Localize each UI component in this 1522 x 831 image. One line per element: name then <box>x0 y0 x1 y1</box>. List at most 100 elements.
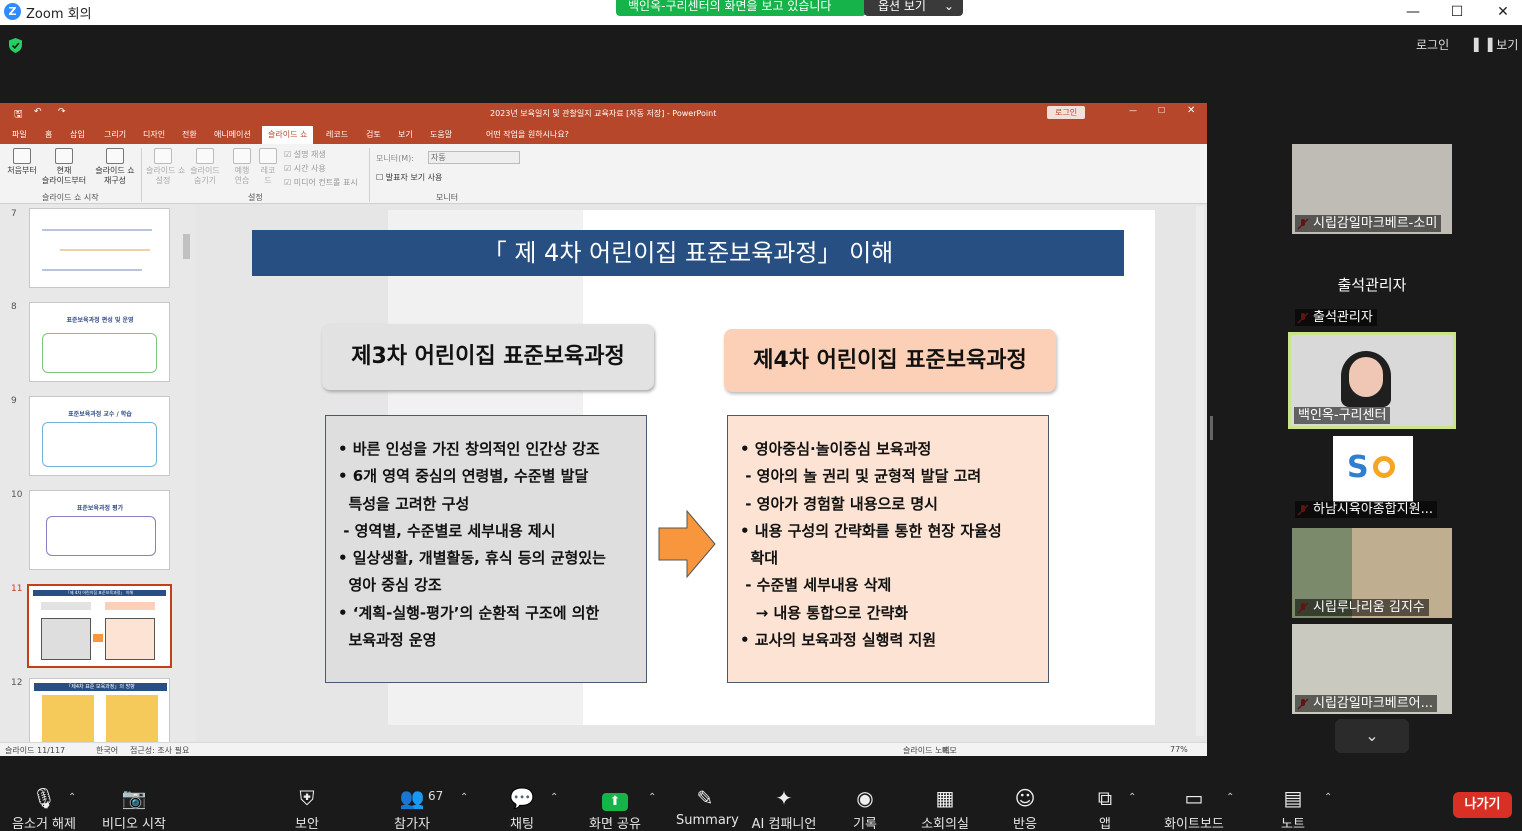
from-current-label: 현재 슬라이드부터 <box>41 166 87 185</box>
participant-tile[interactable]: 시립루나리움 김지수 <box>1292 528 1452 618</box>
tab-record[interactable]: 레코드 <box>326 129 348 140</box>
ppt-close-icon[interactable]: ✕ <box>1187 105 1195 116</box>
bullet-line: • 내용 구성의 간략화를 통한 현장 자율성 <box>740 521 1002 540</box>
from-current-button[interactable]: 현재 슬라이드부터 <box>40 148 88 186</box>
redo-icon[interactable]: ↷ <box>58 107 66 117</box>
slide-thumbnail[interactable]: 표준보육과정 교수 / 학습 <box>29 396 170 476</box>
tab-home[interactable]: 홈 <box>45 129 52 140</box>
participant-tile[interactable]: 출석관리자 출석관리자 <box>1292 238 1452 328</box>
rehearse-button[interactable]: 예행 연습 <box>230 148 254 186</box>
setup-show-button[interactable]: 슬라이드 쇼 설정 <box>146 148 185 186</box>
slide-editing-canvas: 「 제 4차 어린이집 표준보육과정」 이해 제3차 어린이집 표준보육과정 제… <box>196 204 1207 742</box>
slide-thumbnail[interactable]: 「제4차 표준 보육과정」의 방향 <box>29 678 170 742</box>
tab-transitions[interactable]: 전환 <box>182 129 197 140</box>
slide-thumbnail[interactable]: 표준보육과정 평가 <box>29 490 170 570</box>
accessibility-status[interactable]: 접근성: 조사 필요 <box>130 745 189 756</box>
zoom-level[interactable]: 77% <box>1170 745 1188 754</box>
tab-help[interactable]: 도움말 <box>430 129 452 140</box>
record-button[interactable]: ◉ 기록 <box>846 785 884 831</box>
breakout-rooms-button[interactable]: ▦ 소회의실 <box>916 785 974 831</box>
tab-view[interactable]: 보기 <box>398 129 413 140</box>
whiteboard-button[interactable]: ▭ 화이트보드 <box>1160 785 1228 831</box>
record-button[interactable]: 레코 드 <box>257 148 279 186</box>
reactions-button[interactable]: ☺ 반응 <box>1006 785 1044 831</box>
chat-button[interactable]: 💬 채팅 <box>500 785 544 831</box>
vertical-scrollbar[interactable] <box>1196 206 1204 736</box>
ribbon-separator <box>141 148 142 202</box>
shared-screen: 🖫 ↶ ↷ 2023년 보육일지 및 관찰일지 교육자료 [자동 저장] - P… <box>0 103 1207 756</box>
use-timings-checkbox[interactable]: ☑ 시간 사용 <box>284 163 326 174</box>
from-start-button[interactable]: 처음부터 <box>6 148 38 176</box>
monitor-select[interactable]: 자동 <box>428 151 520 164</box>
audio-options-caret-icon[interactable]: ⌃ <box>68 792 76 803</box>
apps-caret-icon[interactable]: ⌃ <box>1128 792 1136 803</box>
share-caret-icon[interactable]: ⌃ <box>648 792 656 803</box>
ppt-minimize-icon[interactable]: — <box>1129 106 1137 115</box>
leave-meeting-button[interactable]: 나가기 <box>1453 792 1512 818</box>
slide-thumbnail[interactable]: 표준보육과정 편성 및 운영 <box>29 302 170 382</box>
ai-companion-label: AI 컴패니언 <box>751 817 817 831</box>
start-video-button[interactable]: 📷 비디오 시작 <box>98 785 170 831</box>
slide-thumbnail-selected[interactable]: 「제 4차 어린이집 표준보육과정」 이해 <box>27 584 172 668</box>
ppt-maximize-icon[interactable]: ☐ <box>1158 106 1165 115</box>
view-button[interactable]: ▌▐ 보기 <box>1474 35 1518 55</box>
share-screen-button[interactable]: ⬆ 화면 공유 <box>586 785 644 831</box>
apps-button[interactable]: ⧉ 앱 <box>1088 785 1122 831</box>
ppt-ribbon-tabs: 파일 홈 삽입 그리기 디자인 전환 애니메이션 슬라이드 쇼 레코드 검토 보… <box>0 124 1207 144</box>
custom-show-button[interactable]: 슬라이드 쇼 재구성 <box>92 148 138 186</box>
presenter-view-checkbox[interactable]: ☐ 발표자 보기 사용 <box>376 172 442 183</box>
language-label[interactable]: 한국어 <box>96 745 118 756</box>
slide-thumbnail[interactable] <box>29 208 170 288</box>
tab-insert[interactable]: 삽입 <box>70 129 85 140</box>
hide-slide-icon <box>196 148 214 164</box>
slide-thumbnail-pane: 7 8 표준보육과정 편성 및 운영 9 표준보육과정 교수 / 학습 10 표… <box>0 204 196 742</box>
notes-caret-icon[interactable]: ⌃ <box>1324 792 1332 803</box>
show-media-checkbox[interactable]: ☑ 미디어 컨트롤 표시 <box>284 177 358 188</box>
tab-draw[interactable]: 그리기 <box>104 129 126 140</box>
participants-caret-icon[interactable]: ⌃ <box>460 792 468 803</box>
participant-name: 하남시육아종합지원... <box>1295 501 1438 518</box>
comments-button[interactable]: 메모 <box>942 745 957 756</box>
ai-companion-button[interactable]: ✦ AI 컴패니언 <box>748 785 820 831</box>
setup-label: 슬라이드 쇼 설정 <box>146 166 186 185</box>
summary-button[interactable]: ✎ Summary <box>676 785 739 828</box>
tab-animations[interactable]: 애니메이션 <box>214 129 251 140</box>
minimize-icon[interactable]: — <box>1390 0 1436 25</box>
tab-design[interactable]: 디자인 <box>143 129 165 140</box>
security-label: 보안 <box>295 817 319 831</box>
participant-name: 시립감일마크베르-소미 <box>1295 215 1442 232</box>
tab-file[interactable]: 파일 <box>12 129 27 140</box>
slide[interactable]: 「 제 4차 어린이집 표준보육과정」 이해 제3차 어린이집 표준보육과정 제… <box>252 210 1155 725</box>
security-button[interactable]: ⛨ 보안 <box>282 785 332 831</box>
maximize-icon[interactable]: ☐ <box>1434 0 1480 25</box>
ppt-login-button[interactable]: 로그인 <box>1047 106 1086 119</box>
undo-icon[interactable]: ↶ <box>34 107 42 117</box>
participant-tile[interactable]: 시립감일마크베르어... <box>1292 624 1452 714</box>
record-label: 레코 드 <box>260 166 276 185</box>
view-options-button[interactable]: 옵션 보기 ⌄ <box>864 0 963 16</box>
scroll-participants-down-button[interactable]: ⌄ <box>1335 719 1409 753</box>
notes-button[interactable]: ▤ 노트 <box>1274 785 1312 831</box>
thumb-title: 표준보육과정 편성 및 운영 <box>66 317 134 324</box>
close-icon[interactable]: ✕ <box>1480 0 1522 25</box>
participant-tile-active-speaker[interactable]: 백인옥-구리센터 <box>1288 332 1456 429</box>
tab-slideshow[interactable]: 슬라이드 쇼 <box>262 126 314 144</box>
encryption-shield-icon[interactable] <box>9 38 22 53</box>
tab-review[interactable]: 검토 <box>366 129 381 140</box>
participant-tile[interactable]: 시립감일마크베르-소미 <box>1292 144 1452 234</box>
chat-caret-icon[interactable]: ⌃ <box>550 792 558 803</box>
hide-slide-button[interactable]: 슬라이드 숨기기 <box>188 148 222 186</box>
panel-resize-handle[interactable] <box>1210 416 1213 440</box>
save-icon[interactable]: 🖫 <box>14 107 23 124</box>
whiteboard-label: 화이트보드 <box>1164 817 1224 831</box>
participant-avatar: S <box>1333 436 1413 502</box>
zoom-titlebar: Z Zoom 회의 백인옥-구리센터의 화면을 보고 있습니다 옵션 보기 ⌄ … <box>0 0 1522 25</box>
play-narration-checkbox[interactable]: ☑ 설명 재생 <box>284 149 326 160</box>
thumb-content <box>42 695 94 742</box>
login-button[interactable]: 로그인 <box>1416 35 1449 55</box>
whiteboard-caret-icon[interactable]: ⌃ <box>1226 792 1234 803</box>
tell-me-search[interactable]: 어떤 작업을 원하시나요? <box>486 129 569 140</box>
left-header: 제3차 어린이집 표준보육과정 <box>322 324 654 390</box>
thumbnail-scrollbar[interactable] <box>183 234 190 259</box>
participant-tile[interactable]: S 하남시육아종합지원... <box>1292 430 1452 520</box>
